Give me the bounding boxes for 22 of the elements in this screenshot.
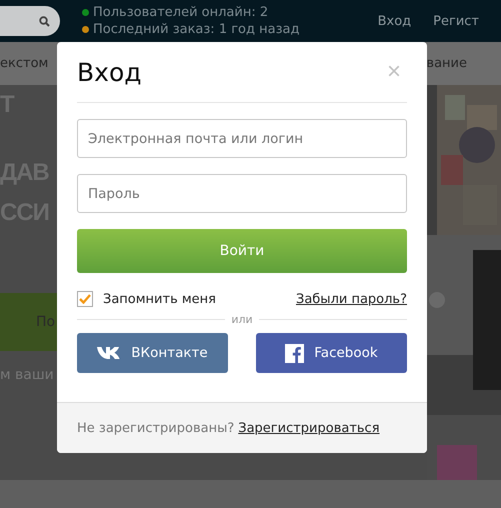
search-icon bbox=[39, 16, 50, 26]
or-divider-text: или bbox=[231, 313, 253, 326]
input-field[interactable]: Электронная почта или логин bbox=[77, 119, 407, 158]
header-link[interactable]: Регист bbox=[433, 14, 479, 28]
remember-label: Запомнить меня bbox=[103, 292, 216, 306]
facebook-logo-icon bbox=[285, 344, 304, 362]
register-link[interactable]: Зарегистрироваться bbox=[238, 420, 380, 436]
login-button[interactable]: Войти bbox=[77, 229, 407, 273]
vk-login-button[interactable]: ВКонтакте bbox=[77, 333, 228, 373]
facebook-login-button[interactable]: Facebook bbox=[256, 333, 407, 373]
footer-text: Не зарегистрированы? bbox=[77, 420, 234, 436]
status-text: Пользователей онлайн: 2 bbox=[93, 5, 268, 20]
nav-item[interactable]: екстом bbox=[0, 56, 48, 71]
nav-item[interactable]: вание bbox=[426, 56, 467, 71]
header-link[interactable]: Вход bbox=[378, 14, 412, 28]
input-field[interactable]: Пароль bbox=[77, 174, 407, 213]
remember-checkbox[interactable] bbox=[77, 291, 93, 307]
dialog-title: Вход bbox=[77, 58, 142, 86]
search-field[interactable] bbox=[0, 6, 60, 36]
status-text: Последний заказ: 1 год назад bbox=[93, 22, 300, 37]
vk-logo-icon bbox=[97, 346, 122, 360]
forgot-password-link[interactable]: Забыли пароль? bbox=[296, 292, 407, 306]
